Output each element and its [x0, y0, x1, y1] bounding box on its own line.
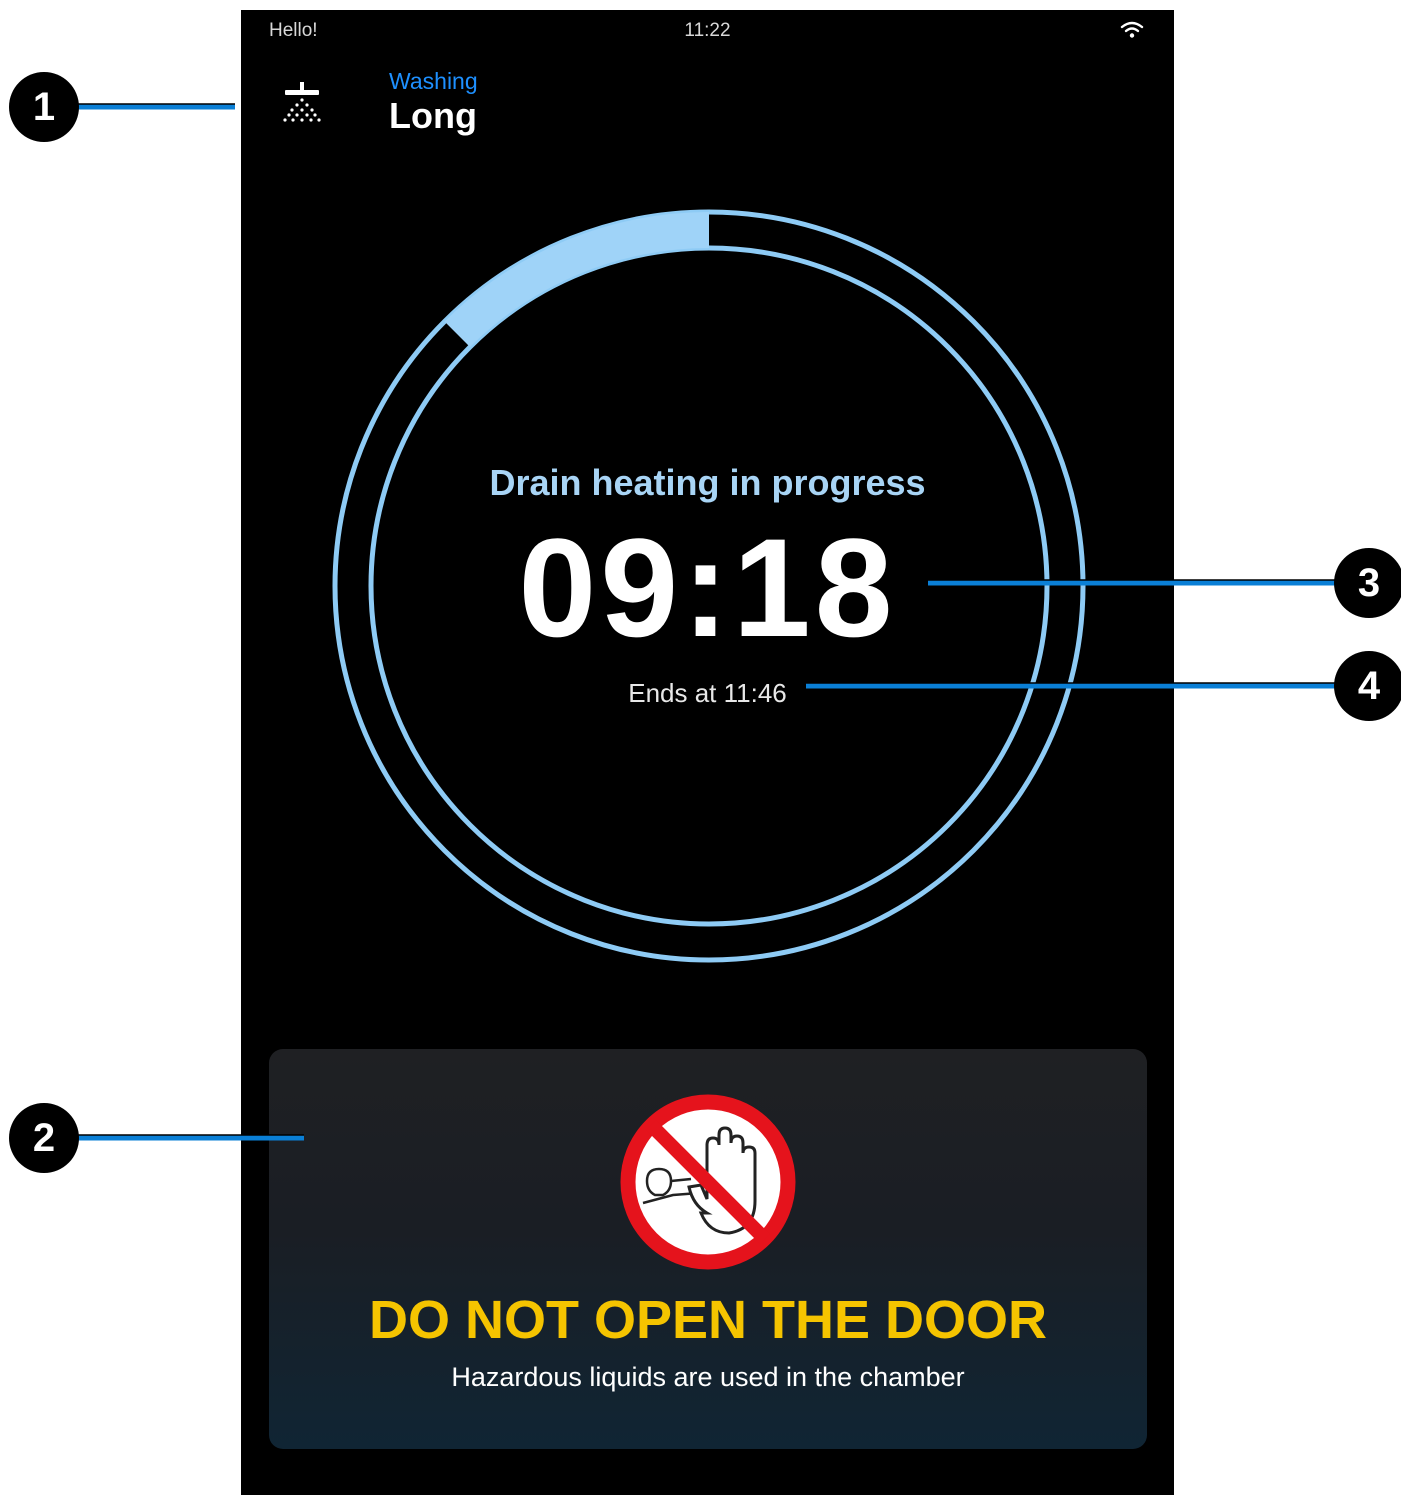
warning-subtitle: Hazardous liquids are used in the chambe… [451, 1362, 965, 1392]
callout-marker-2: 2 [9, 1103, 79, 1173]
shower-icon [283, 82, 321, 122]
status-bar: Hello! 11:22 [241, 10, 1174, 50]
countdown-timer: 09:18 [518, 509, 897, 666]
callout-marker-3: 3 [1334, 548, 1401, 618]
door-warning-panel: DO NOT OPEN THE DOOR Hazardous liquids a… [269, 1049, 1147, 1449]
end-time-label: Ends at 11:46 [628, 678, 787, 708]
callout-marker-4: 4 [1334, 651, 1401, 721]
phase-label: Drain heating in progress [489, 462, 926, 503]
program-header: Washing Long [281, 68, 681, 148]
progress-arc [444, 212, 709, 347]
callout-marker-1: 1 [9, 72, 79, 142]
annotated-screenshot: Hello! 11:22 Washing Long Drain heating … [0, 0, 1401, 1495]
program-name: Long [389, 95, 477, 136]
program-type-label: Washing [389, 68, 478, 94]
no-entry-hand-icon [620, 1094, 796, 1270]
device-screen: Hello! 11:22 Washing Long Drain heating … [241, 10, 1174, 1495]
warning-title: DO NOT OPEN THE DOOR [368, 1290, 1048, 1350]
status-clock: 11:22 [684, 20, 731, 41]
wifi-icon [1120, 21, 1144, 38]
